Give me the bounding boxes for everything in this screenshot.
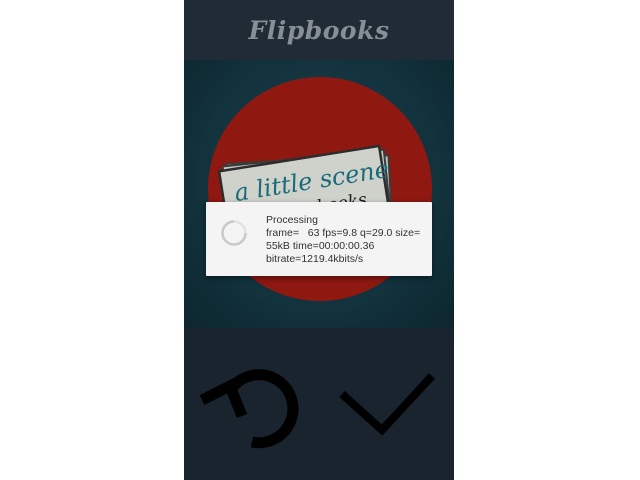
dialog-line-time: 55kB time=00:00:00.36 <box>266 240 375 252</box>
loading-spinner-icon <box>221 220 247 246</box>
processing-dialog: Processing frame= 63 fps=9.8 q=29.0 size=… <box>206 202 432 276</box>
app-title: Flipbooks <box>248 15 390 45</box>
dialog-line-frame: frame= 63 fps=9.8 q=29.0 size= <box>266 227 421 239</box>
check-icon <box>339 373 435 436</box>
dialog-line-bitrate: bitrate=1219.4kbits/s <box>266 253 364 265</box>
app-bar: Flipbooks <box>184 0 454 60</box>
confirm-button[interactable] <box>336 368 438 440</box>
dialog-message: Processing frame= 63 fps=9.8 q=29.0 size=… <box>266 214 428 266</box>
video-preview: a little scene flip books <box>184 60 454 328</box>
rotate-ccw-icon <box>199 369 299 449</box>
action-bar <box>184 328 454 480</box>
retake-button[interactable] <box>198 358 302 450</box>
preview-artwork: a little scene flip books <box>208 77 432 301</box>
dialog-title: Processing <box>266 214 318 226</box>
